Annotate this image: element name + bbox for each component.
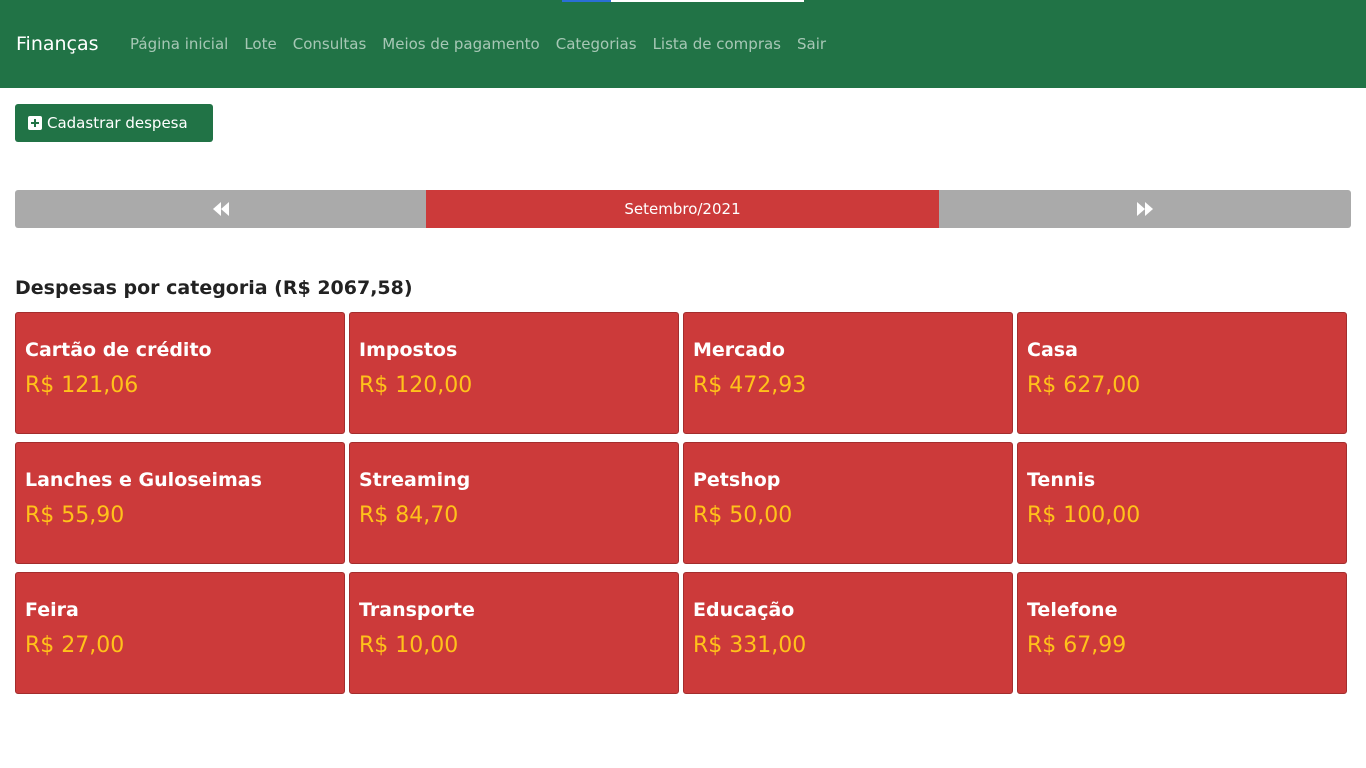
category-value: R$ 121,06 (25, 373, 139, 398)
category-name: Tennis (1027, 469, 1096, 491)
category-value: R$ 27,00 (25, 633, 125, 658)
navbar-top-accent-light (611, 0, 804, 2)
nav-link-lista-de-compras[interactable]: Lista de compras (653, 33, 781, 55)
category-name: Streaming (359, 469, 471, 491)
category-name: Lanches e Guloseimas (25, 469, 262, 491)
category-name: Telefone (1027, 599, 1118, 621)
category-name: Cartão de crédito (25, 339, 212, 361)
nav-links: Página inicial Lote Consultas Meios de p… (130, 33, 842, 55)
category-name: Transporte (359, 599, 475, 621)
category-name: Feira (25, 599, 79, 621)
category-value: R$ 331,00 (693, 633, 807, 658)
category-card[interactable]: Mercado R$ 472,93 (683, 312, 1013, 434)
plus-square-icon (28, 116, 42, 130)
nav-link-sair[interactable]: Sair (797, 33, 826, 55)
section-title: Despesas por categoria (R$ 2067,58) (15, 277, 413, 299)
category-card[interactable]: Transporte R$ 10,00 (349, 572, 679, 694)
category-name: Casa (1027, 339, 1078, 361)
category-card[interactable]: Impostos R$ 120,00 (349, 312, 679, 434)
previous-month-button[interactable] (15, 190, 426, 228)
brand-link[interactable]: Finanças (16, 30, 99, 58)
category-card[interactable]: Lanches e Guloseimas R$ 55,90 (15, 442, 345, 564)
category-value: R$ 472,93 (693, 373, 807, 398)
category-name: Educação (693, 599, 795, 621)
category-value: R$ 120,00 (359, 373, 473, 398)
category-grid: Cartão de crédito R$ 121,06 Impostos R$ … (15, 312, 1351, 694)
category-value: R$ 67,99 (1027, 633, 1127, 658)
current-month-label: Setembro/2021 (426, 190, 939, 228)
category-card[interactable]: Telefone R$ 67,99 (1017, 572, 1347, 694)
category-value: R$ 627,00 (1027, 373, 1141, 398)
nav-link-pagina-inicial[interactable]: Página inicial (130, 33, 228, 55)
category-name: Mercado (693, 339, 785, 361)
add-expense-button[interactable]: Cadastrar despesa (15, 104, 213, 142)
nav-link-meios-de-pagamento[interactable]: Meios de pagamento (382, 33, 539, 55)
category-card[interactable]: Feira R$ 27,00 (15, 572, 345, 694)
category-value: R$ 84,70 (359, 503, 459, 528)
category-card[interactable]: Tennis R$ 100,00 (1017, 442, 1347, 564)
add-expense-label: Cadastrar despesa (47, 114, 188, 132)
category-card[interactable]: Educação R$ 331,00 (683, 572, 1013, 694)
navbar-top-accent (562, 0, 611, 2)
nav-link-lote[interactable]: Lote (244, 33, 276, 55)
next-month-button[interactable] (939, 190, 1351, 228)
category-card[interactable]: Streaming R$ 84,70 (349, 442, 679, 564)
category-value: R$ 10,00 (359, 633, 459, 658)
category-name: Impostos (359, 339, 458, 361)
nav-link-categorias[interactable]: Categorias (556, 33, 637, 55)
category-card[interactable]: Cartão de crédito R$ 121,06 (15, 312, 345, 434)
category-card[interactable]: Casa R$ 627,00 (1017, 312, 1347, 434)
rewind-icon (212, 202, 229, 216)
fast-forward-icon (1137, 202, 1153, 216)
category-name: Petshop (693, 469, 781, 491)
category-value: R$ 50,00 (693, 503, 793, 528)
category-value: R$ 100,00 (1027, 503, 1141, 528)
top-navbar: Finanças Página inicial Lote Consultas M… (0, 0, 1366, 88)
category-value: R$ 55,90 (25, 503, 125, 528)
month-navigator: Setembro/2021 (15, 190, 1351, 228)
nav-link-consultas[interactable]: Consultas (293, 33, 367, 55)
category-card[interactable]: Petshop R$ 50,00 (683, 442, 1013, 564)
